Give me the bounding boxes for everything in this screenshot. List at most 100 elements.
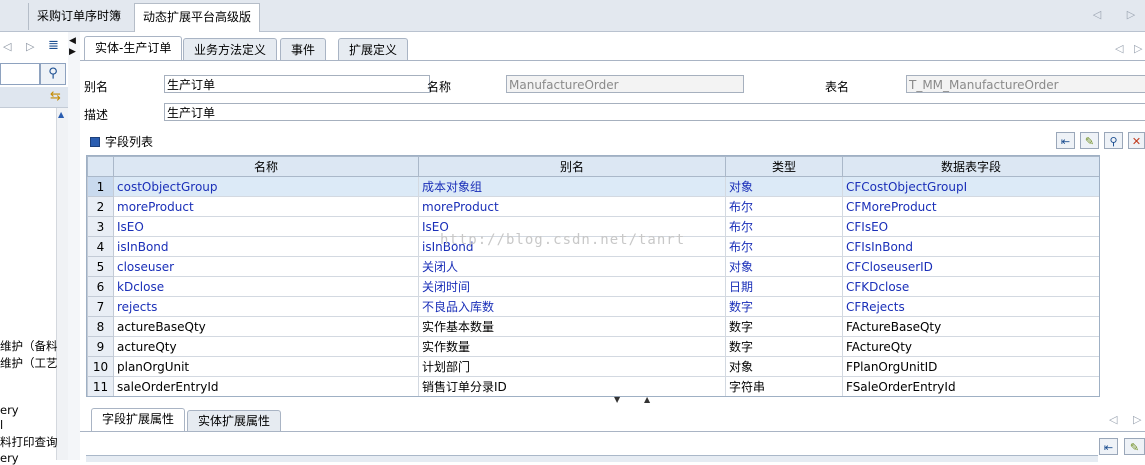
column-header[interactable]: 数据表字段 bbox=[842, 156, 1099, 177]
insert-property-icon[interactable]: ⇤ bbox=[1099, 438, 1118, 455]
row-number-cell[interactable]: 3 bbox=[87, 216, 114, 237]
db-field-cell[interactable]: CFCloseuserID bbox=[842, 256, 1099, 277]
type-cell[interactable]: 布尔 bbox=[725, 236, 843, 257]
edit-property-icon[interactable]: ✎ bbox=[1124, 438, 1145, 455]
tree-item[interactable]: 料打印查询 bbox=[0, 434, 58, 450]
tree-item[interactable]: ery bbox=[0, 451, 19, 465]
alias-cell[interactable]: 成本对象组 bbox=[418, 176, 726, 197]
left-scrollbar[interactable]: ▲ bbox=[56, 108, 68, 460]
row-number-cell[interactable]: 1 bbox=[87, 176, 114, 197]
name-cell[interactable]: actureBaseQty bbox=[113, 316, 419, 337]
type-cell[interactable]: 对象 bbox=[725, 176, 843, 197]
column-header[interactable]: 类型 bbox=[725, 156, 843, 177]
name-cell[interactable]: saleOrderEntryId bbox=[113, 376, 419, 396]
description-field[interactable]: 生产订单 bbox=[164, 103, 1145, 121]
bottom-tab-scroll-left-icon[interactable]: ◁ bbox=[1109, 413, 1117, 426]
tree-item[interactable]: l bbox=[0, 418, 3, 432]
type-cell[interactable]: 对象 bbox=[725, 356, 843, 377]
type-cell[interactable]: 日期 bbox=[725, 276, 843, 297]
tab-entity-production-order[interactable]: 实体-生产订单 bbox=[84, 36, 183, 61]
tab-entity-extension-properties[interactable]: 实体扩展属性 bbox=[187, 410, 282, 432]
table-row[interactable]: 8 actureBaseQty 实作基本数量 数字 FActureBaseQty bbox=[87, 316, 1099, 337]
tree-item[interactable]: 维护（备料 bbox=[0, 338, 58, 354]
scroll-right-icon[interactable]: ▷ bbox=[1125, 8, 1137, 22]
db-field-cell[interactable]: CFCostObjectGroupI bbox=[842, 176, 1099, 197]
alias-field[interactable]: 生产订单 bbox=[164, 75, 430, 93]
search-icon[interactable]: ⚲ bbox=[40, 63, 66, 85]
find-field-icon[interactable]: ⚲ bbox=[1104, 132, 1123, 149]
nav-back-icon[interactable]: ◁ bbox=[3, 40, 11, 53]
collapse-left-icon[interactable]: ◀ bbox=[69, 36, 76, 46]
tab-events[interactable]: 事件 bbox=[280, 38, 327, 61]
collapse-down-icon[interactable]: ▼ bbox=[614, 395, 620, 404]
panel-splitter[interactable]: ◀ ▶ bbox=[68, 32, 80, 460]
list-menu-icon[interactable]: ≣ bbox=[48, 38, 59, 53]
row-number-cell[interactable]: 8 bbox=[87, 316, 114, 337]
row-number-cell[interactable]: 9 bbox=[87, 336, 114, 357]
name-cell[interactable]: costObjectGroup bbox=[113, 176, 419, 197]
type-cell[interactable]: 数字 bbox=[725, 336, 843, 357]
bottom-tab-scroll-right-icon[interactable]: ▷ bbox=[1133, 413, 1141, 426]
table-row[interactable]: 11 saleOrderEntryId 销售订单分录ID 字符串 FSaleOrderE… bbox=[87, 376, 1099, 396]
db-field-cell[interactable]: FActureBaseQty bbox=[842, 316, 1099, 337]
row-number-cell[interactable]: 4 bbox=[87, 236, 114, 257]
row-number-cell[interactable]: 5 bbox=[87, 256, 114, 277]
split-divider[interactable]: ▼ ▲ bbox=[80, 395, 1145, 404]
row-number-cell[interactable]: 11 bbox=[87, 376, 114, 396]
insert-field-icon[interactable]: ⇤ bbox=[1056, 132, 1075, 149]
name-cell[interactable]: kDclose bbox=[113, 276, 419, 297]
name-cell[interactable]: actureQty bbox=[113, 336, 419, 357]
db-field-cell[interactable]: CFIsInBond bbox=[842, 236, 1099, 257]
alias-cell[interactable]: 关闭人 bbox=[418, 256, 726, 277]
type-cell[interactable]: 布尔 bbox=[725, 196, 843, 217]
delete-field-icon[interactable]: ✕ bbox=[1128, 132, 1145, 149]
row-number-cell[interactable]: 6 bbox=[87, 276, 114, 297]
db-field-cell[interactable]: CFMoreProduct bbox=[842, 196, 1099, 217]
table-row[interactable]: 7 rejects 不良品入库数 数字 CFRejects bbox=[87, 296, 1099, 317]
row-number-cell[interactable]: 7 bbox=[87, 296, 114, 317]
name-cell[interactable]: moreProduct bbox=[113, 196, 419, 217]
alias-cell[interactable]: 实作基本数量 bbox=[418, 316, 726, 337]
table-row[interactable]: 1 costObjectGroup 成本对象组 对象 CFCostObjectGroup… bbox=[87, 176, 1099, 197]
alias-cell[interactable]: 实作数量 bbox=[418, 336, 726, 357]
expand-right-icon[interactable]: ▶ bbox=[69, 47, 76, 57]
table-row[interactable]: 5 closeuser 关闭人 对象 CFCloseuserID bbox=[87, 256, 1099, 277]
db-field-cell[interactable]: FPlanOrgUnitID bbox=[842, 356, 1099, 377]
tree-search-input[interactable] bbox=[0, 63, 40, 85]
alias-cell[interactable]: 计划部门 bbox=[418, 356, 726, 377]
tab-scroll-left-icon[interactable]: ◁ bbox=[1115, 42, 1123, 55]
tree-item[interactable]: 维护（工艺 bbox=[0, 355, 58, 371]
nav-forward-icon[interactable]: ▷ bbox=[26, 40, 34, 53]
table-row[interactable]: 10 planOrgUnit 计划部门 对象 FPlanOrgUnitID bbox=[87, 356, 1099, 377]
alias-cell[interactable]: 不良品入库数 bbox=[418, 296, 726, 317]
alias-cell[interactable]: 关闭时间 bbox=[418, 276, 726, 297]
name-cell[interactable]: rejects bbox=[113, 296, 419, 317]
table-row[interactable]: 9 actureQty 实作数量 数字 FActureQty bbox=[87, 336, 1099, 357]
scroll-left-icon[interactable]: ◁ bbox=[1091, 8, 1103, 22]
db-field-cell[interactable]: CFRejects bbox=[842, 296, 1099, 317]
type-cell[interactable]: 布尔 bbox=[725, 216, 843, 237]
alias-cell[interactable]: moreProduct bbox=[418, 196, 726, 217]
row-number-cell[interactable]: 2 bbox=[87, 196, 114, 217]
row-number-cell[interactable]: 10 bbox=[87, 356, 114, 377]
type-cell[interactable]: 数字 bbox=[725, 296, 843, 317]
edit-field-icon[interactable]: ✎ bbox=[1080, 132, 1099, 149]
tab-extension-definition[interactable]: 扩展定义 bbox=[338, 38, 409, 61]
db-field-cell[interactable]: CFIsEO bbox=[842, 216, 1099, 237]
tree-item[interactable]: ery bbox=[0, 403, 19, 417]
name-cell[interactable]: closeuser bbox=[113, 256, 419, 277]
column-header[interactable]: 名称 bbox=[113, 156, 419, 177]
tab-purchase-order-list[interactable]: 采购订单序时簿 bbox=[28, 3, 130, 30]
sync-arrows-icon[interactable]: ⇆ bbox=[50, 89, 61, 104]
collapse-up-icon[interactable]: ▲ bbox=[644, 395, 650, 404]
table-row[interactable]: 2 moreProduct moreProduct 布尔 CFMoreProduct bbox=[87, 196, 1099, 217]
name-cell[interactable]: IsEO bbox=[113, 216, 419, 237]
type-cell[interactable]: 数字 bbox=[725, 316, 843, 337]
db-field-cell[interactable]: FActureQty bbox=[842, 336, 1099, 357]
table-row[interactable]: 6 kDclose 关闭时间 日期 CFKDclose bbox=[87, 276, 1099, 297]
tab-business-method-definition[interactable]: 业务方法定义 bbox=[183, 38, 278, 61]
field-list-grid[interactable]: 名称 别名 类型 数据表字段 1 costObjectGroup 成本对象组 对象 CF… bbox=[86, 155, 1100, 397]
column-header[interactable]: 别名 bbox=[418, 156, 726, 177]
db-field-cell[interactable]: FSaleOrderEntryId bbox=[842, 376, 1099, 396]
name-cell[interactable]: isInBond bbox=[113, 236, 419, 257]
